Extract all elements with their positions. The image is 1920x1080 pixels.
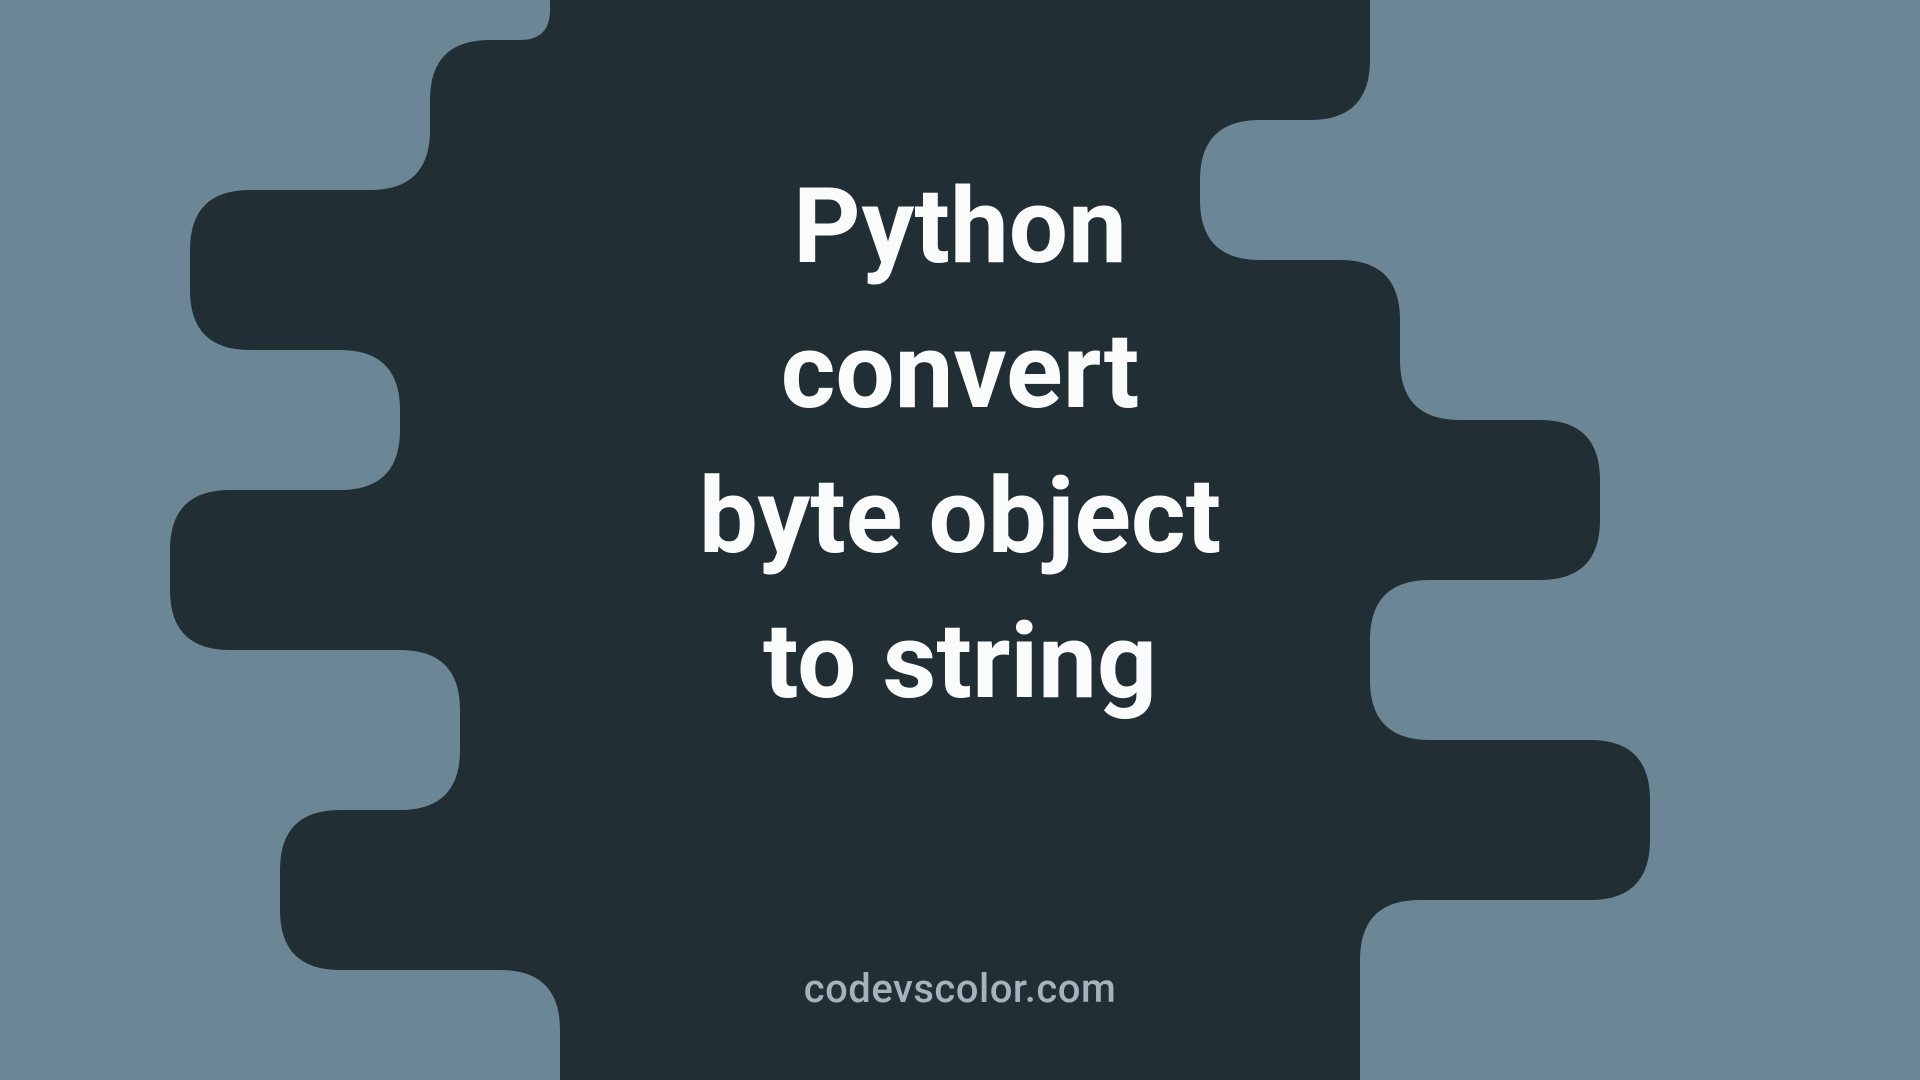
title-line-1: Python bbox=[0, 155, 1920, 300]
title-line-2: convert bbox=[0, 300, 1920, 445]
graphic-stage: Python convert byte object to string cod… bbox=[0, 0, 1920, 1080]
title-line-3: byte object bbox=[0, 445, 1920, 590]
title-line-4: to string bbox=[0, 590, 1920, 735]
graphic-title: Python convert byte object to string bbox=[0, 155, 1920, 735]
watermark-text: codevscolor.com bbox=[0, 965, 1920, 1012]
